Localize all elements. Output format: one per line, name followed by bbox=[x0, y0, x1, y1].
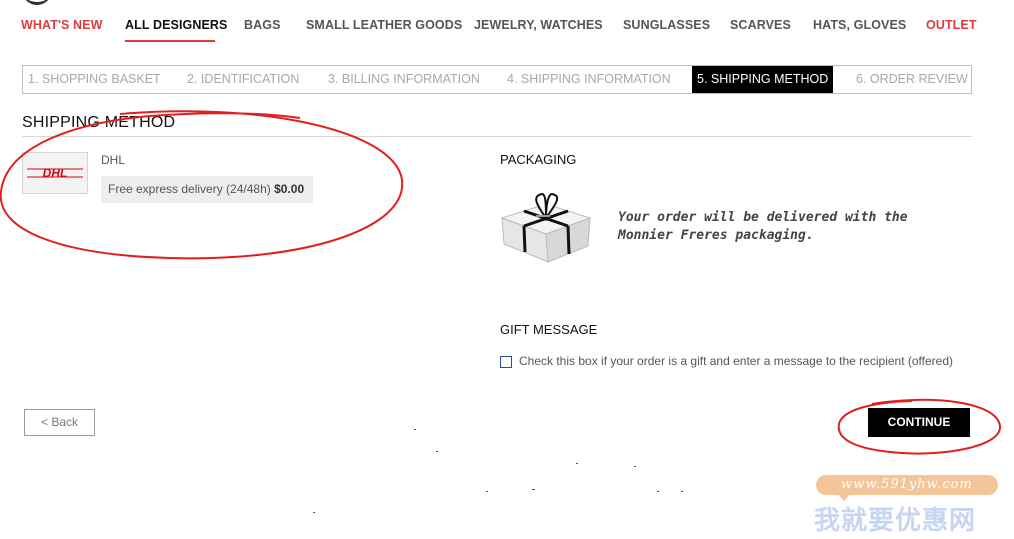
nav-jewelry-watches[interactable]: JEWELRY, WATCHES bbox=[474, 18, 603, 32]
carrier-name: DHL bbox=[101, 153, 126, 167]
step-shipping-method: 5. SHIPPING METHOD bbox=[692, 66, 834, 93]
nav-all-designers[interactable]: ALL DESIGNERS bbox=[125, 18, 227, 32]
active-nav-underline bbox=[125, 40, 215, 42]
continue-button[interactable]: CONTINUE bbox=[868, 408, 970, 437]
watermark-text: 我就要优惠网 bbox=[814, 506, 977, 536]
nav-small-leather-goods[interactable]: SMALL LEATHER GOODS bbox=[306, 18, 462, 32]
nav-outlet[interactable]: OUTLET bbox=[926, 18, 977, 32]
shipping-option-label: Free express delivery (24/48h) bbox=[108, 182, 271, 196]
nav-whats-new[interactable]: WHAT'S NEW bbox=[21, 18, 103, 32]
watermark-url: www.591yhw.com bbox=[816, 475, 998, 501]
checkout-steps: 1. SHOPPING BASKET 2. IDENTIFICATION 3. … bbox=[22, 65, 972, 94]
step-shipping-information[interactable]: 4. SHIPPING INFORMATION bbox=[507, 66, 671, 93]
step-shopping-basket[interactable]: 1. SHOPPING BASKET bbox=[28, 66, 161, 93]
logo-fragment bbox=[22, 0, 52, 5]
svg-text:DHL: DHL bbox=[43, 166, 68, 180]
gift-box-image bbox=[496, 182, 594, 266]
back-button[interactable]: < Back bbox=[24, 409, 95, 436]
shipping-option-price: $0.00 bbox=[274, 182, 305, 196]
packaging-title: PACKAGING bbox=[500, 152, 577, 167]
speck bbox=[414, 429, 416, 430]
dhl-logo: DHL bbox=[22, 152, 88, 194]
speck bbox=[657, 491, 659, 492]
speck bbox=[634, 466, 636, 467]
speck bbox=[681, 491, 683, 492]
top-navigation: WHAT'S NEW ALL DESIGNERS BAGS SMALL LEAT… bbox=[0, 18, 1014, 42]
speck bbox=[436, 451, 438, 452]
gift-message-title: GIFT MESSAGE bbox=[500, 322, 598, 337]
gift-checkbox[interactable] bbox=[500, 356, 512, 368]
step-identification[interactable]: 2. IDENTIFICATION bbox=[187, 66, 299, 93]
speck bbox=[576, 463, 578, 464]
packaging-description: Your order will be delivered with the Mo… bbox=[618, 210, 908, 243]
nav-scarves[interactable]: SCARVES bbox=[730, 18, 791, 32]
title-divider bbox=[22, 136, 972, 137]
speck bbox=[486, 491, 488, 492]
shipping-option-express[interactable]: Free express delivery (24/48h) $0.00 bbox=[101, 176, 313, 203]
nav-sunglasses[interactable]: SUNGLASSES bbox=[623, 18, 710, 32]
nav-hats-gloves[interactable]: HATS, GLOVES bbox=[813, 18, 906, 32]
gift-checkbox-label[interactable]: Check this box if your order is a gift a… bbox=[519, 354, 953, 368]
speck bbox=[532, 489, 535, 490]
step-billing-information[interactable]: 3. BILLING INFORMATION bbox=[328, 66, 480, 93]
nav-bags[interactable]: BAGS bbox=[244, 18, 281, 32]
speck bbox=[313, 512, 315, 513]
page-title: SHIPPING METHOD bbox=[22, 114, 176, 131]
step-order-review: 6. ORDER REVIEW bbox=[856, 72, 968, 86]
